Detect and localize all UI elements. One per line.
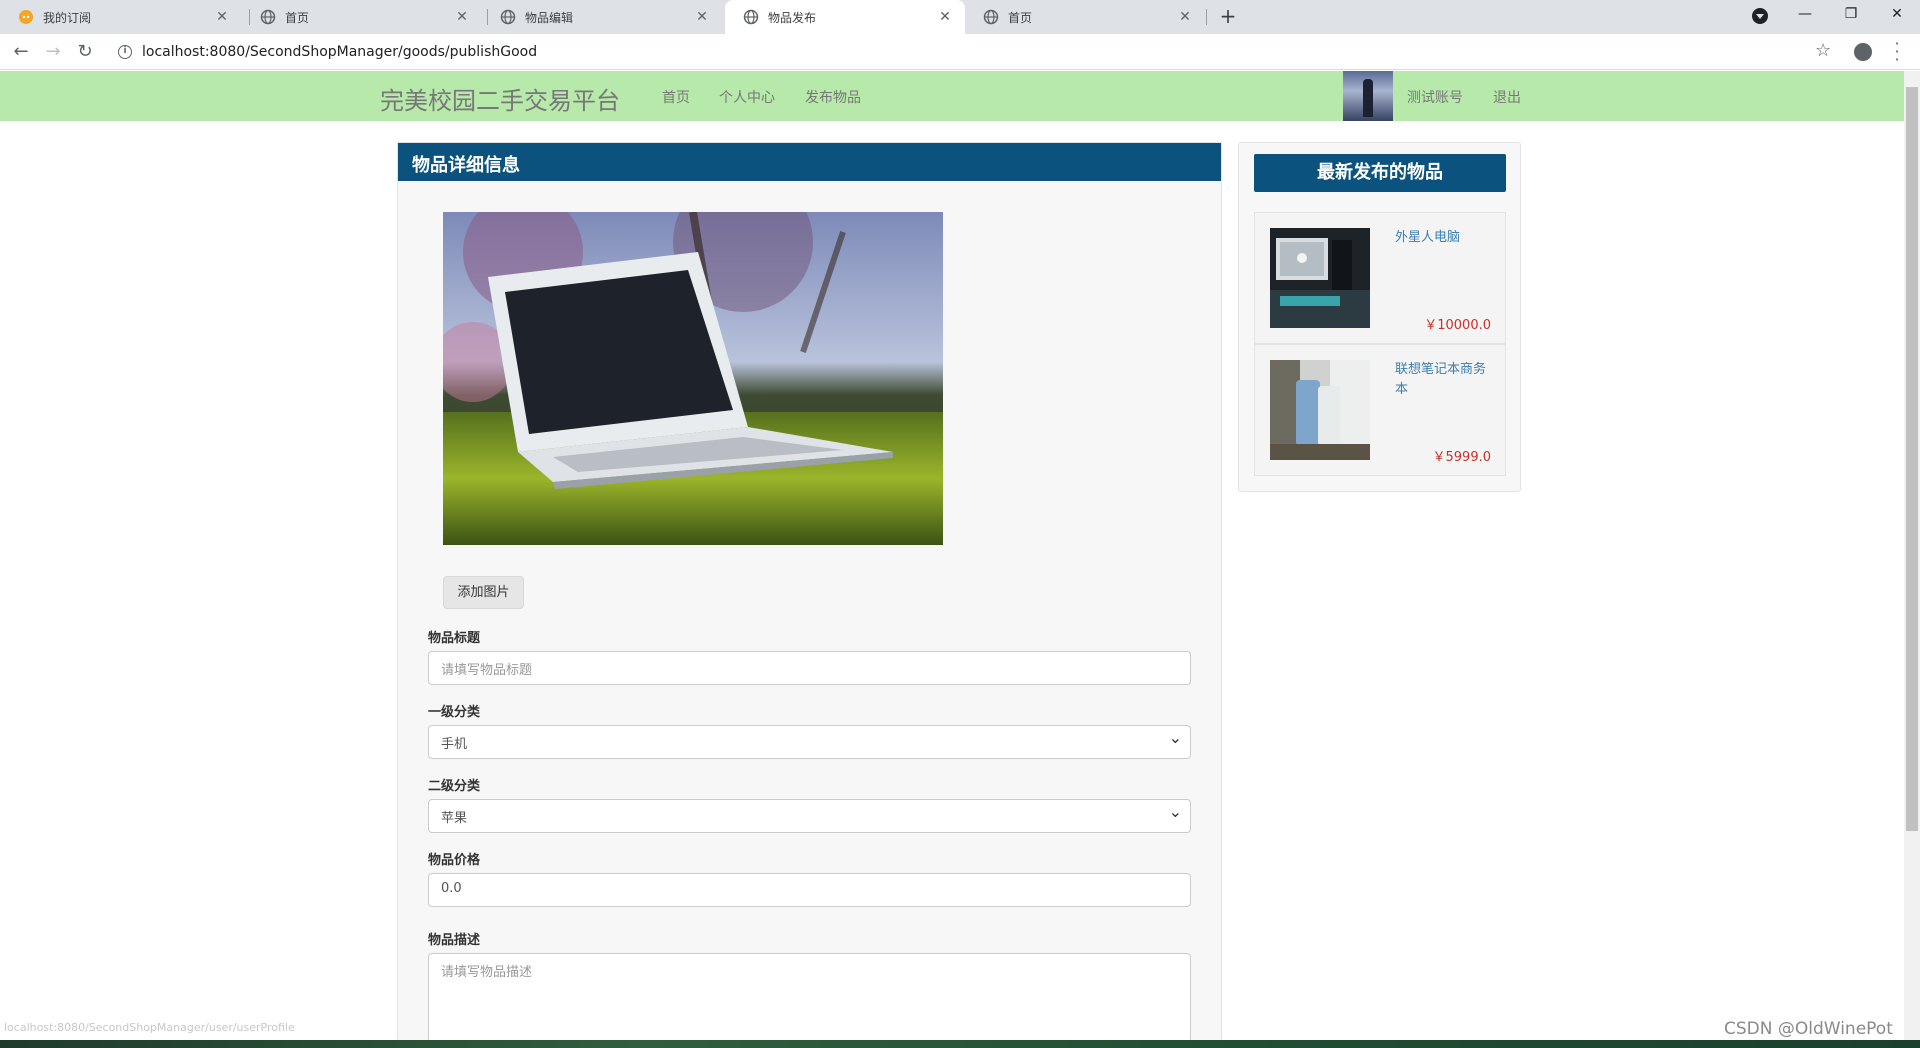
page-scrollbar[interactable]	[1904, 71, 1920, 1040]
close-tab-icon[interactable]: ✕	[694, 9, 710, 25]
description-label: 物品描述	[428, 933, 481, 948]
tab-title: 物品编辑	[525, 10, 574, 25]
watermark: CSDN @OldWinePot	[1724, 1019, 1893, 1039]
nav-publish-link[interactable]: 发布物品	[805, 87, 861, 107]
title-input[interactable]: 请填写物品标题	[428, 651, 1191, 685]
browser-toolbar: ← → ↻ i localhost:8080/SecondShopManager…	[0, 34, 1920, 70]
globe-icon	[500, 9, 516, 25]
restore-icon[interactable]: ❐	[1828, 0, 1874, 30]
close-window-icon[interactable]: ✕	[1874, 0, 1920, 30]
forward-icon[interactable]: →	[41, 40, 65, 64]
item-price: ￥10000.0	[1424, 318, 1491, 333]
panel-title: 物品详细信息	[398, 143, 1221, 181]
close-tab-icon[interactable]: ✕	[1177, 9, 1193, 25]
list-item[interactable]: 外星人电脑 ￥10000.0	[1254, 212, 1506, 344]
latest-items-panel: 最新发布的物品 外星人电脑 ￥10000.0 联想笔记本商务本 ￥5999.0	[1238, 142, 1521, 492]
close-tab-icon[interactable]: ✕	[454, 9, 470, 25]
avatar[interactable]	[1343, 71, 1393, 121]
category1-select[interactable]: 手机	[428, 725, 1191, 759]
profile-icon[interactable]	[1854, 43, 1872, 61]
back-icon[interactable]: ←	[9, 40, 33, 64]
item-thumbnail[interactable]	[1270, 228, 1370, 328]
description-textarea[interactable]: 请填写物品描述	[428, 953, 1191, 1043]
status-bar-url: localhost:8080/SecondShopManager/user/us…	[4, 1021, 295, 1034]
address-bar[interactable]: i localhost:8080/SecondShopManager/goods…	[110, 38, 1810, 66]
site-brand[interactable]: 完美校园二手交易平台	[380, 81, 620, 116]
browser-tab[interactable]: 物品编辑 ✕	[482, 0, 722, 34]
item-thumbnail[interactable]	[1270, 360, 1370, 460]
close-tab-icon[interactable]: ✕	[937, 9, 953, 25]
browser-tab-strip: 我的订阅 ✕ 首页 ✕ 物品编辑 ✕ 物品发布 ✕ 首页 ✕ + — ❐ ✕	[0, 0, 1920, 34]
new-tab-icon[interactable]: +	[1216, 5, 1240, 29]
nav-profile-link[interactable]: 个人中心	[719, 87, 775, 107]
close-tab-icon[interactable]: ✕	[214, 9, 230, 25]
item-title-link[interactable]: 联想笔记本商务本	[1395, 360, 1491, 400]
product-image	[443, 212, 943, 545]
tab-title: 首页	[1008, 10, 1033, 25]
category2-label: 二级分类	[428, 779, 481, 794]
price-input[interactable]: 0.0	[428, 873, 1191, 907]
browser-tab[interactable]: 首页 ✕	[965, 0, 1205, 34]
item-title-link[interactable]: 外星人电脑	[1395, 228, 1491, 248]
add-image-button[interactable]: 添加图片	[443, 576, 524, 609]
item-price: ￥5999.0	[1432, 450, 1492, 465]
url-text: localhost:8080/SecondShopManager/goods/p…	[142, 44, 538, 60]
category1-value: 手机	[441, 737, 468, 752]
globe-icon	[983, 9, 999, 25]
browser-tab[interactable]: 我的订阅 ✕	[0, 0, 242, 34]
globe-icon	[260, 9, 276, 25]
sidebar-title: 最新发布的物品	[1254, 154, 1506, 192]
globe-icon	[743, 9, 759, 25]
menu-kebab-icon[interactable]: · · ·	[1892, 36, 1902, 68]
title-label: 物品标题	[428, 631, 481, 646]
minimize-icon[interactable]: —	[1782, 0, 1828, 30]
account-link[interactable]: 测试账号	[1407, 87, 1463, 107]
nav-home-link[interactable]: 首页	[662, 87, 690, 107]
bookmark-star-icon[interactable]: ☆	[1815, 40, 1831, 61]
browser-tab[interactable]: 首页 ✕	[242, 0, 482, 34]
tab-title: 我的订阅	[43, 10, 92, 25]
price-label: 物品价格	[428, 853, 481, 868]
browser-tab-active[interactable]: 物品发布 ✕	[725, 0, 965, 34]
category2-value: 苹果	[441, 811, 468, 826]
reload-icon[interactable]: ↻	[73, 40, 97, 64]
list-item[interactable]: 联想笔记本商务本 ￥5999.0	[1254, 344, 1506, 476]
bilibili-icon	[18, 9, 34, 25]
site-info-icon[interactable]: i	[118, 45, 132, 59]
category2-select[interactable]: 苹果	[428, 799, 1191, 833]
tab-divider	[1206, 9, 1207, 25]
desktop-taskbar-strip	[0, 1040, 1920, 1048]
item-detail-panel: 物品详细信息 添加图片 物品标题 请填写物品标题 一级分类 手机 ⌄ 二级分类 …	[397, 142, 1222, 1043]
category1-label: 一级分类	[428, 705, 481, 720]
tab-search-icon[interactable]	[1752, 8, 1768, 24]
scrollbar-thumb[interactable]	[1906, 87, 1918, 831]
tab-title: 物品发布	[768, 10, 817, 25]
site-header: 完美校园二手交易平台 首页 个人中心 发布物品 测试账号 退出	[0, 71, 1904, 121]
tab-title: 首页	[285, 10, 310, 25]
logout-link[interactable]: 退出	[1493, 87, 1521, 107]
